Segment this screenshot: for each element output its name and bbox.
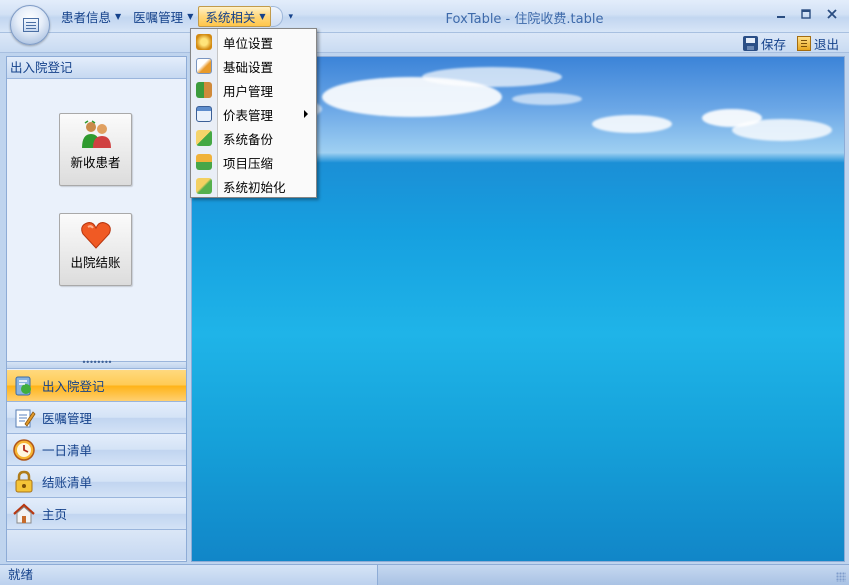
nav-group-label: 结账清单 xyxy=(42,475,93,490)
menu-item-price-table[interactable]: 价表管理 xyxy=(191,102,316,126)
menu-item-basic-settings[interactable]: 基础设置 xyxy=(191,54,316,78)
new-patient-label: 新收患者 xyxy=(70,155,121,170)
window-title: FoxTable - 住院收费.table xyxy=(445,12,604,27)
status-text: 就绪 xyxy=(0,565,378,585)
nav-group-home[interactable]: 主页 xyxy=(7,498,186,530)
nav-group-label: 医嘱管理 xyxy=(42,411,93,426)
minimize-icon xyxy=(777,16,785,18)
status-bar: 就绪 xyxy=(0,564,849,585)
init-icon xyxy=(196,178,212,194)
nav-content: 新收患者 出院结账 xyxy=(7,79,186,362)
exit-button[interactable]: 退出 xyxy=(797,34,839,52)
title-bar: 患者信息 ▼ 医嘱管理 ▼ 系统相关 ▼ ▾ FoxTable - 住院收费.t… xyxy=(0,0,849,45)
nav-group-admission[interactable]: 出入院登记 xyxy=(7,370,186,402)
menu-item-unit-settings[interactable]: 单位设置 xyxy=(191,30,316,54)
close-button[interactable] xyxy=(823,8,841,24)
compress-icon xyxy=(196,154,212,170)
save-icon xyxy=(743,35,758,51)
backup-icon xyxy=(196,130,212,146)
save-label: 保存 xyxy=(761,36,787,52)
users-icon xyxy=(196,82,212,98)
menu-item-user-management[interactable]: 用户管理 xyxy=(191,78,316,102)
navigation-pane: 出入院登记 新收患者 出院结账 •••••••• 出入院登记 医嘱管理 一日清单… xyxy=(6,56,187,562)
toolbar: 保存 退出 xyxy=(0,33,849,53)
nav-group-checkout-list[interactable]: 结账清单 xyxy=(7,466,186,498)
nav-group-label: 出入院登记 xyxy=(42,379,105,394)
nav-header: 出入院登记 xyxy=(7,57,186,79)
resize-grip-icon[interactable] xyxy=(836,572,846,582)
register-icon xyxy=(15,376,31,395)
menu-item-label: 系统备份 xyxy=(223,131,274,147)
nav-group-label: 一日清单 xyxy=(42,443,93,458)
menu-item-label: 价表管理 xyxy=(223,107,274,123)
nav-group-orders[interactable]: 医嘱管理 xyxy=(7,402,186,434)
nav-group-label: 主页 xyxy=(42,507,68,522)
lock-icon xyxy=(15,470,33,492)
exit-icon xyxy=(797,35,811,51)
system-dropdown-menu: 单位设置 基础设置 用户管理 价表管理 系统备份 项目压缩 系统初始化 xyxy=(190,28,317,198)
status-panel xyxy=(378,565,849,585)
submenu-arrow-icon xyxy=(304,110,308,118)
discharge-checkout-button[interactable]: 出院结账 xyxy=(59,213,132,286)
nav-groups: 出入院登记 医嘱管理 一日清单 结账清单 主页 xyxy=(7,370,186,560)
background-cloud xyxy=(592,115,672,133)
nav-group-daily-list[interactable]: 一日清单 xyxy=(7,434,186,466)
window-icon xyxy=(196,106,212,122)
nav-overflow-strip xyxy=(7,530,186,560)
save-button[interactable]: 保存 xyxy=(743,34,786,52)
new-patient-button[interactable]: 新收患者 xyxy=(59,113,132,186)
maximize-icon xyxy=(801,9,811,19)
notepad-icon xyxy=(15,409,36,427)
menu-item-system-init[interactable]: 系统初始化 xyxy=(191,174,316,198)
application-button[interactable] xyxy=(10,5,50,45)
menu-item-label: 系统初始化 xyxy=(223,179,286,195)
patients-icon xyxy=(82,120,111,148)
menu-item-label: 基础设置 xyxy=(223,59,274,75)
clock-icon xyxy=(13,438,35,461)
heart-icon xyxy=(81,222,111,249)
gear-icon xyxy=(196,34,212,50)
minimize-button[interactable] xyxy=(772,8,790,24)
app-menu-icon xyxy=(23,18,39,32)
menu-item-label: 单位设置 xyxy=(223,35,274,51)
home-icon xyxy=(13,503,35,523)
pencil-icon xyxy=(196,58,212,74)
background-cloud xyxy=(422,67,562,87)
close-icon xyxy=(827,9,837,19)
pane-splitter[interactable]: •••••••• xyxy=(7,359,186,369)
discharge-checkout-label: 出院结账 xyxy=(70,255,121,270)
background-cloud xyxy=(732,119,832,141)
maximize-button[interactable] xyxy=(797,8,815,24)
exit-label: 退出 xyxy=(814,36,840,52)
menu-item-label: 用户管理 xyxy=(223,83,274,99)
menu-item-system-backup[interactable]: 系统备份 xyxy=(191,126,316,150)
menu-item-label: 项目压缩 xyxy=(223,155,274,171)
background-cloud xyxy=(512,93,582,105)
menu-item-project-compress[interactable]: 项目压缩 xyxy=(191,150,316,174)
